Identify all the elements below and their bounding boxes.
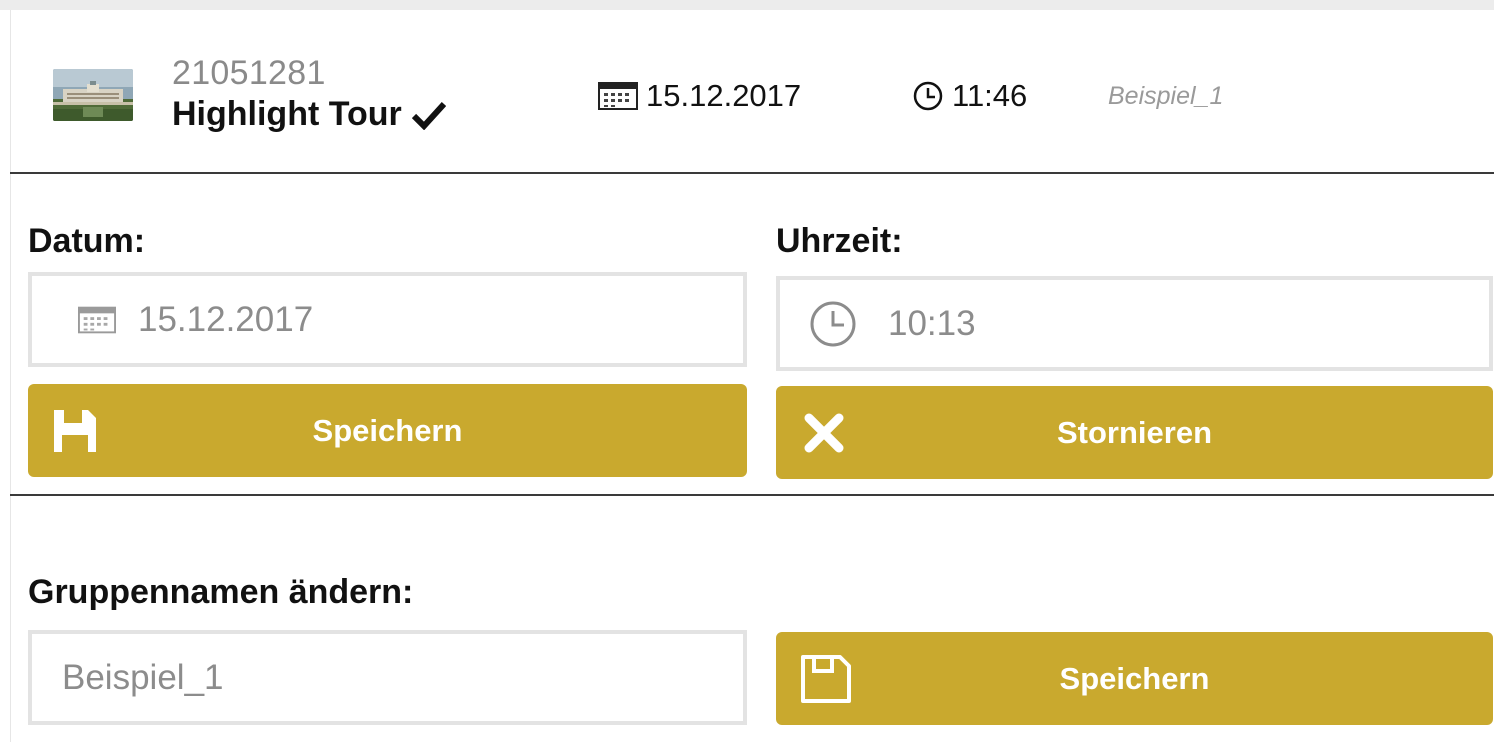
save-datetime-label: Speichern (312, 412, 463, 448)
calendar-icon (78, 305, 116, 335)
tour-name-text: Highlight Tour (172, 95, 402, 133)
tour-number: 21051281 (172, 54, 326, 92)
header-time: 11:46 (912, 78, 1027, 114)
cancel-label: Stornieren (1056, 414, 1213, 450)
palace-photo-icon (53, 69, 133, 121)
checkmark-icon (411, 101, 446, 130)
save-datetime-button[interactable]: Speichern (28, 384, 747, 477)
booking-detail-panel: 21051281 Highlight Tour 15.12.2017 11:46… (0, 0, 1494, 742)
time-input-value: 10:13 (888, 303, 976, 343)
group-name-label: Gruppennamen ändern: (28, 573, 414, 611)
header-time-text: 11:46 (952, 78, 1028, 113)
close-x-icon (804, 413, 844, 453)
calendar-icon (598, 82, 638, 110)
top-border (0, 0, 1494, 10)
date-input[interactable]: 15.12.2017 (28, 272, 747, 367)
save-group-name-button[interactable]: Speichern (776, 632, 1493, 725)
floppy-disk-outline-icon (800, 654, 852, 704)
time-label: Uhrzeit: (776, 222, 903, 260)
header-date: 15.12.2017 (598, 78, 801, 114)
clock-icon (808, 299, 858, 349)
header-divider (10, 172, 1494, 174)
left-border (10, 10, 11, 742)
floppy-disk-icon (52, 408, 98, 454)
tour-name: Highlight Tour (172, 95, 446, 134)
section-divider (10, 494, 1494, 496)
date-label: Datum: (28, 222, 146, 260)
cancel-button[interactable]: Stornieren (776, 386, 1493, 479)
time-input[interactable]: 10:13 (776, 276, 1493, 371)
date-input-value: 15.12.2017 (138, 299, 314, 339)
clock-icon (913, 81, 943, 111)
header-group-name: Beispiel_1 (1108, 82, 1224, 110)
group-name-input[interactable]: Beispiel_1 (28, 630, 747, 725)
group-name-input-value: Beispiel_1 (62, 657, 224, 697)
save-group-name-label: Speichern (1059, 660, 1210, 696)
header-date-text: 15.12.2017 (646, 78, 802, 113)
